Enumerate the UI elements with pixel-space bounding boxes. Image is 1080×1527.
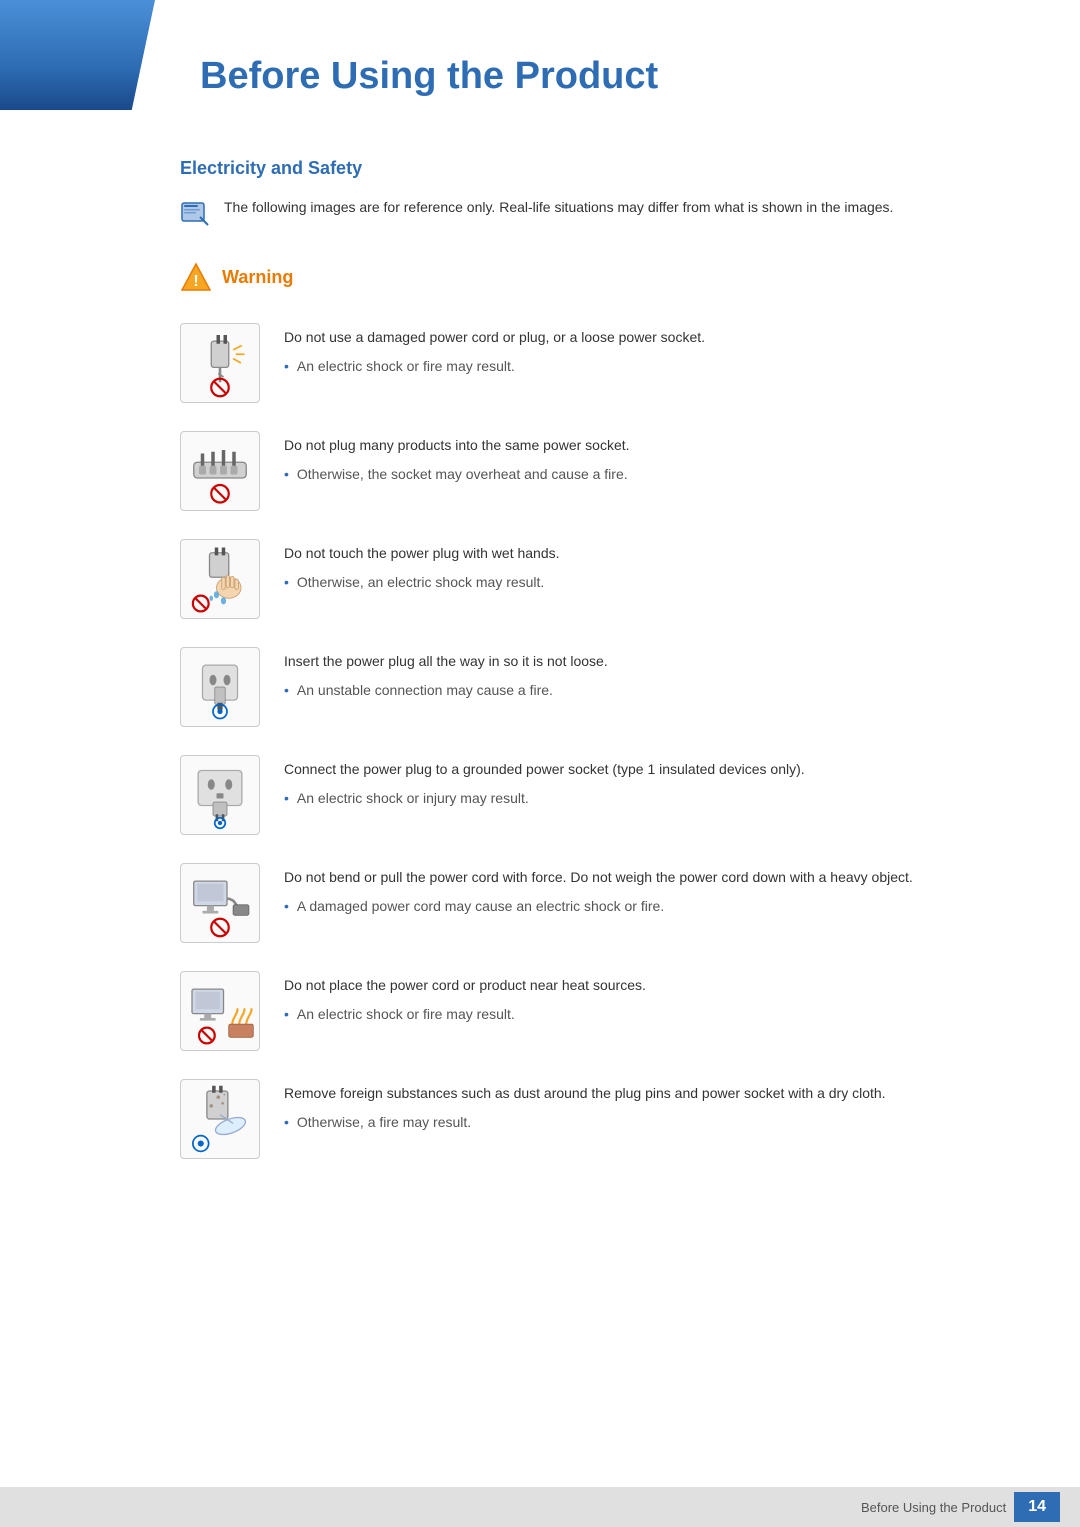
warning-content-3: Do not touch the power plug with wet han… [284,539,1020,593]
note-box: The following images are for reference o… [180,197,1020,231]
bullet-6: • [284,896,289,917]
warning-image-3 [180,539,260,619]
warning-sub-text-6: A damaged power cord may cause an electr… [297,896,664,917]
warning-item-2: Do not plug many products into the same … [180,431,1020,511]
warning-label: Warning [222,267,293,288]
warning-sub-6: • A damaged power cord may cause an elec… [284,896,1020,917]
note-text: The following images are for reference o… [224,197,893,218]
warning-sub-text-3: Otherwise, an electric shock may result. [297,572,544,593]
section-heading: Electricity and Safety [180,158,1020,179]
svg-text:!: ! [193,273,198,290]
page: Before Using the Product Electricity and… [0,0,1080,1527]
warning-content-5: Connect the power plug to a grounded pow… [284,755,1020,809]
warning-image-5 [180,755,260,835]
warning-sub-text-8: Otherwise, a fire may result. [297,1112,471,1133]
warning-content-8: Remove foreign substances such as dust a… [284,1079,1020,1133]
bullet-8: • [284,1112,289,1133]
warning-main-text-7: Do not place the power cord or product n… [284,975,1020,996]
note-icon [180,199,212,231]
warning-sub-text-7: An electric shock or fire may result. [297,1004,515,1025]
warning-item-4: Insert the power plug all the way in so … [180,647,1020,727]
warning-image-8 [180,1079,260,1159]
warning-items-list: Do not use a damaged power cord or plug,… [180,323,1020,1159]
warning-item-5: Connect the power plug to a grounded pow… [180,755,1020,835]
warning-item: Do not use a damaged power cord or plug,… [180,323,1020,403]
warning-item-3: Do not touch the power plug with wet han… [180,539,1020,619]
warning-sub-4: • An unstable connection may cause a fir… [284,680,1020,701]
bullet-3: • [284,572,289,593]
bullet-4: • [284,680,289,701]
warning-main-text-4: Insert the power plug all the way in so … [284,651,1020,672]
warning-content-7: Do not place the power cord or product n… [284,971,1020,1025]
page-title: Before Using the Product [180,30,1020,98]
warning-sub-text-1: An electric shock or fire may result. [297,356,515,377]
warning-sub-8: • Otherwise, a fire may result. [284,1112,1020,1133]
warning-triangle-icon: ! [180,261,212,293]
warning-sub-text-2: Otherwise, the socket may overheat and c… [297,464,628,485]
warning-item-6: Do not bend or pull the power cord with … [180,863,1020,943]
bullet-2: • [284,464,289,485]
warning-content-2: Do not plug many products into the same … [284,431,1020,485]
warning-sub-7: • An electric shock or fire may result. [284,1004,1020,1025]
footer-text: Before Using the Product [861,1500,1006,1515]
warning-main-text-6: Do not bend or pull the power cord with … [284,867,1020,888]
warning-content-4: Insert the power plug all the way in so … [284,647,1020,701]
warning-sub-1: • An electric shock or fire may result. [284,356,1020,377]
bullet-1: • [284,356,289,377]
warning-image-2 [180,431,260,511]
warning-main-text-2: Do not plug many products into the same … [284,435,1020,456]
warning-heading: ! Warning [180,261,1020,293]
warning-image-1 [180,323,260,403]
bullet-7: • [284,1004,289,1025]
warning-item-8: Remove foreign substances such as dust a… [180,1079,1020,1159]
warning-sub-3: • Otherwise, an electric shock may resul… [284,572,1020,593]
warning-image-6 [180,863,260,943]
header-accent-bar [0,0,155,110]
warning-main-text-5: Connect the power plug to a grounded pow… [284,759,1020,780]
warning-content-6: Do not bend or pull the power cord with … [284,863,1020,917]
footer-page-number: 14 [1014,1492,1060,1522]
warning-content-1: Do not use a damaged power cord or plug,… [284,323,1020,377]
warning-item-7: Do not place the power cord or product n… [180,971,1020,1051]
warning-sub-text-4: An unstable connection may cause a fire. [297,680,553,701]
warning-image-4 [180,647,260,727]
page-content: Electricity and Safety The following ima… [0,118,1080,1247]
page-footer: Before Using the Product 14 [0,1487,1080,1527]
warning-sub-5: • An electric shock or injury may result… [284,788,1020,809]
warning-sub-text-5: An electric shock or injury may result. [297,788,529,809]
warning-main-text-3: Do not touch the power plug with wet han… [284,543,1020,564]
bullet-5: • [284,788,289,809]
warning-image-7 [180,971,260,1051]
warning-sub-2: • Otherwise, the socket may overheat and… [284,464,1020,485]
warning-main-text-1: Do not use a damaged power cord or plug,… [284,327,1020,348]
warning-main-text-8: Remove foreign substances such as dust a… [284,1083,1020,1104]
page-header: Before Using the Product [0,0,1080,118]
